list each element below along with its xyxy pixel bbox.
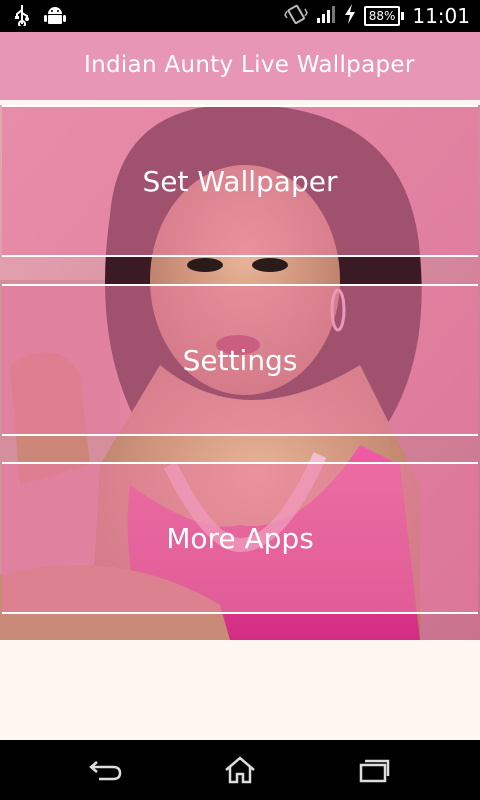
recent-apps-icon (359, 759, 390, 783)
more-apps-button[interactable]: More Apps (2, 462, 478, 614)
charging-icon (344, 4, 356, 28)
back-icon (89, 761, 122, 781)
settings-button[interactable]: Settings (2, 284, 478, 436)
navigation-bar (0, 740, 480, 800)
android-debug-icon (44, 4, 66, 30)
home-icon (225, 756, 255, 784)
settings-label: Settings (182, 343, 298, 377)
signal-icon (316, 4, 336, 28)
status-bar: 88% 11:01 (0, 0, 480, 32)
set-wallpaper-button[interactable]: Set Wallpaper (2, 105, 478, 257)
recent-apps-button[interactable] (354, 754, 394, 786)
vibrate-icon (283, 3, 308, 29)
status-time: 11:01 (412, 4, 470, 28)
back-button[interactable] (86, 754, 126, 786)
home-button[interactable] (220, 754, 260, 786)
app-title: Indian Aunty Live Wallpaper (84, 52, 415, 78)
usb-icon (14, 4, 30, 30)
battery-icon: 88% (363, 6, 405, 26)
more-apps-label: More Apps (166, 521, 314, 555)
set-wallpaper-label: Set Wallpaper (142, 164, 338, 198)
app-bar: Indian Aunty Live Wallpaper (0, 32, 480, 100)
battery-level: 88% (363, 6, 401, 26)
